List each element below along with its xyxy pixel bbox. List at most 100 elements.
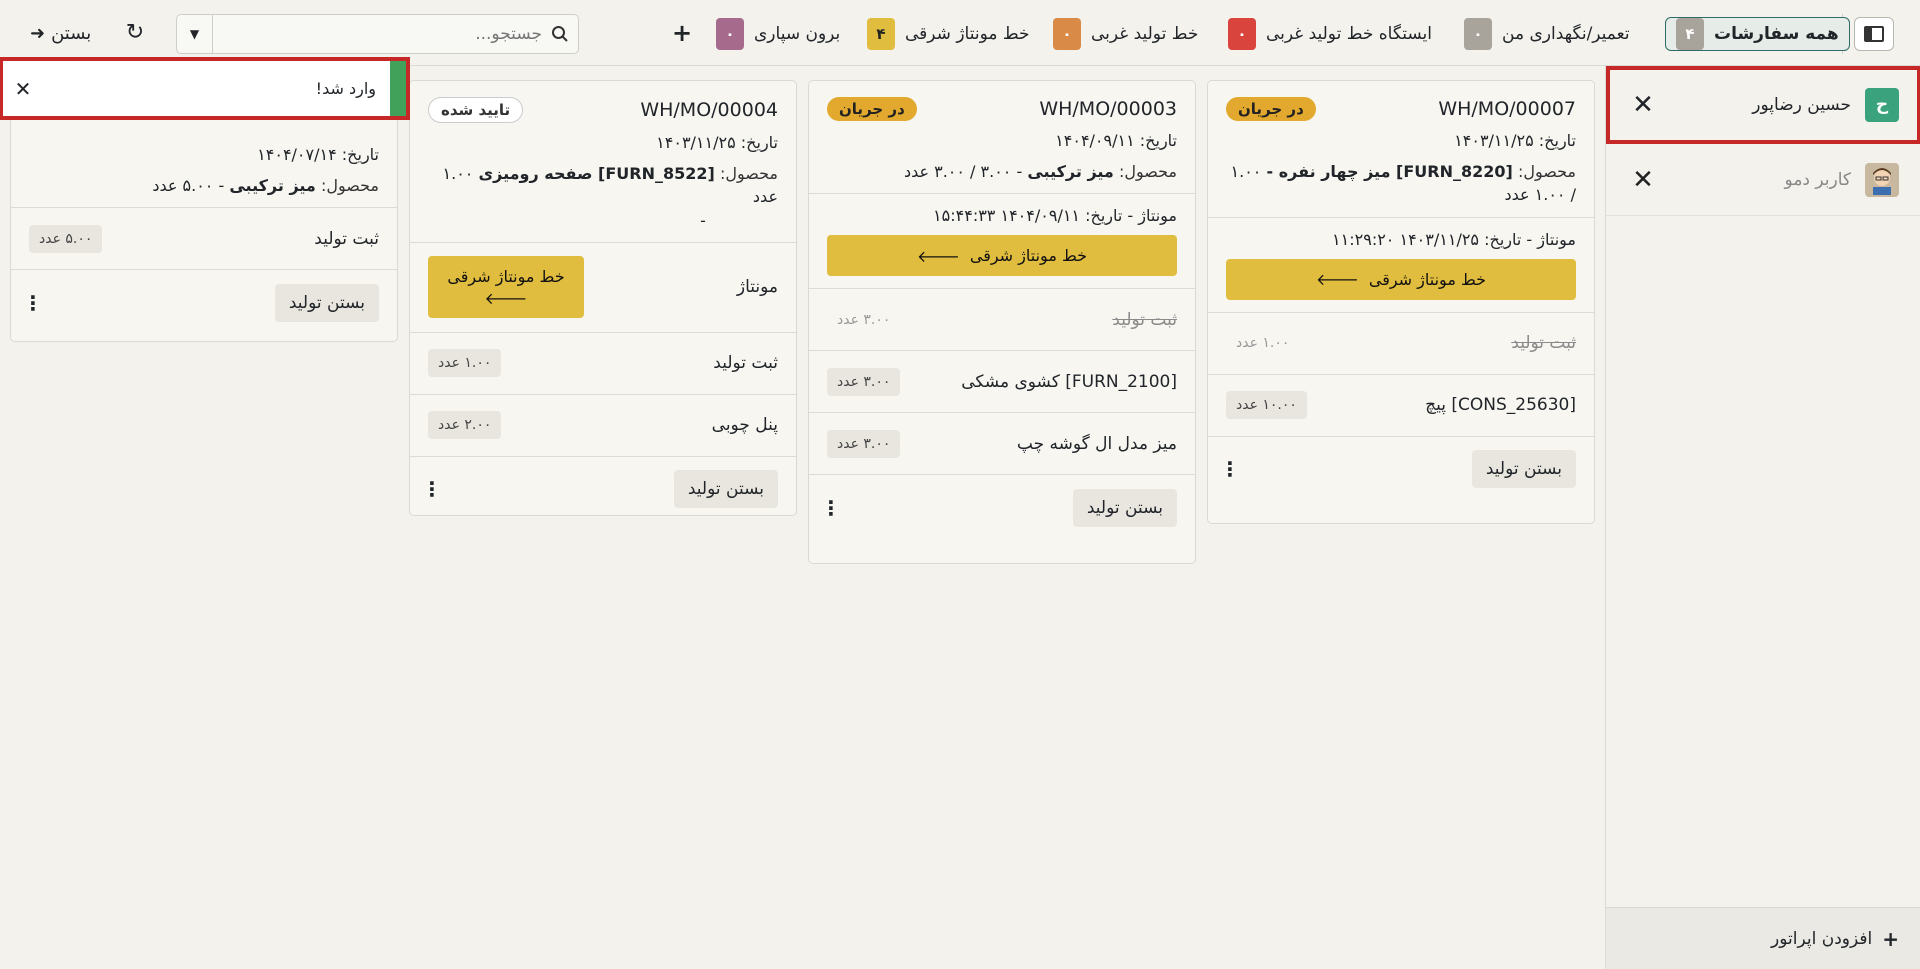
filter-count-badge: ۴ (867, 18, 895, 50)
product-quantity: - ۳.۰۰ / ۳.۰۰ عدد (903, 162, 1023, 182)
list-item[interactable]: [FURN_2100] کشوی مشکی ۳.۰۰ عدد (809, 350, 1195, 412)
product-name: [FURN_8220] میز چهار نفره - (1266, 162, 1513, 182)
list-item[interactable]: ثبت تولید ۱.۰۰ عدد (1208, 311, 1594, 374)
list-item[interactable]: ثبت تولید ۳.۰۰ عدد (809, 288, 1195, 350)
toggle-sidebar-button[interactable] (1854, 17, 1894, 51)
mo-card: WH/MO/00004 تایید شده تاریخ: ۱۴۰۳/۱۱/۲۵ … (409, 80, 797, 516)
add-operator-label: افزودن اپراتور (1771, 928, 1873, 949)
filter-label: خط مونتاژ شرقی (905, 24, 1030, 44)
search-input[interactable] (213, 24, 542, 44)
product-name: [FURN_8522] صفحه رومیزی (478, 164, 715, 184)
workcenter-label: خط مونتاژ شرقی (1368, 269, 1487, 289)
more-options-icon[interactable]: ⋮ (23, 291, 43, 315)
mo-product: محصول: میز ترکیبی - ۳.۰۰ / ۳.۰۰ عدد (827, 160, 1177, 183)
operator-name: کاربر دمو (1784, 169, 1851, 190)
workorder-section: مونتاژ - تاریخ: ۱۴۰۴/۰۹/۱۱ ۱۵:۴۴:۳۳ خط م… (809, 193, 1195, 288)
remove-operator-icon[interactable]: ✕ (1628, 165, 1658, 195)
close-production-button[interactable]: بستن تولید (673, 470, 778, 509)
list-item[interactable]: ثبت تولید ۱.۰۰ عدد (410, 331, 796, 394)
filter-subcontracting[interactable]: برون سپاری ۰ (710, 17, 846, 51)
mo-card-footer: بستن تولید ⋮ (11, 269, 397, 335)
avatar (1865, 162, 1899, 197)
filter-all-orders[interactable]: همه سفارشات ۴ (1665, 17, 1850, 51)
close-production-button[interactable]: بستن تولید (1072, 488, 1177, 527)
item-quantity: ۳.۰۰ عدد (827, 367, 901, 396)
plus-icon: + (1882, 926, 1899, 951)
add-operator-button[interactable]: + افزودن اپراتور (1606, 907, 1920, 969)
list-item[interactable]: [CONS_25630] پیچ ۱۰.۰۰ عدد (1208, 373, 1594, 436)
filter-count-badge: ۴ (1676, 18, 1704, 50)
workorder-section: مونتاژ - تاریخ: ۱۴۰۳/۱۱/۲۵ ۱۱:۲۹:۲۰ خط م… (1208, 216, 1594, 312)
filter-count-badge: ۰ (1228, 18, 1256, 50)
search-options-dropdown[interactable]: ▼ (177, 15, 213, 53)
item-quantity: ۲.۰۰ عدد (428, 411, 502, 440)
item-name: [FURN_2100] کشوی مشکی (961, 371, 1177, 392)
filter-east-assembly-line[interactable]: خط مونتاژ شرقی ۴ (861, 17, 1036, 51)
item-name: ثبت تولید (713, 353, 778, 374)
item-name: [CONS_25630] پیچ (1425, 395, 1576, 416)
mo-reference: WH/MO/00004 (640, 99, 778, 121)
item-name: ثبت تولید (1511, 333, 1576, 354)
more-options-icon[interactable]: ⋮ (821, 496, 841, 520)
mo-reference: WH/MO/00003 (1039, 98, 1177, 120)
top-bar: همه سفارشات ۴ تعمیر/نگهداری من ۰ ایستگاه… (0, 0, 1920, 66)
filter-west-line-station[interactable]: ایستگاه خط تولید غربی ۰ (1222, 17, 1438, 51)
refresh-icon: ↻ (125, 20, 145, 45)
mo-date: تاریخ: ۱۴۰۳/۱۱/۲۵ (656, 133, 778, 152)
workorder-row: مونتاژ خط مونتاژ شرقی 🡐 (410, 241, 796, 332)
filter-count-badge: ۰ (1464, 18, 1492, 50)
search-box: ▼ (176, 14, 579, 54)
operator-item[interactable]: ح حسین رضاپور ✕ (1606, 66, 1920, 144)
mo-date: تاریخ: ۱۴۰۳/۱۱/۲۵ (1454, 131, 1576, 150)
sidebar-panel-icon (1864, 26, 1884, 42)
success-indicator (390, 61, 406, 116)
add-workcenter-button[interactable]: + (668, 18, 696, 48)
product-name: میز ترکیبی (229, 176, 316, 196)
operator-sidebar: ح حسین رضاپور ✕ کاربر دمو ✕ + افزودن اپر… (1605, 66, 1920, 969)
list-item[interactable]: ثبت تولید ۵.۰۰ عدد (11, 207, 397, 269)
product-name: میز ترکیبی (1027, 162, 1114, 182)
mo-card-header[interactable]: WH/MO/00004 تایید شده تاریخ: ۱۴۰۳/۱۱/۲۵ … (410, 81, 796, 242)
sign-out-icon: ➜ (30, 22, 46, 44)
close-label: بستن (51, 22, 92, 44)
workcenter-button[interactable]: خط مونتاژ شرقی 🡐 (1226, 258, 1576, 300)
arrow-left-icon: 🡐 (1315, 270, 1359, 290)
workcenter-button[interactable]: خط مونتاژ شرقی 🡐 (827, 235, 1177, 277)
more-options-icon[interactable]: ⋮ (1220, 457, 1240, 481)
product-quantity: - ۵.۰۰ عدد (152, 176, 225, 196)
list-item[interactable]: پنل چوبی ۲.۰۰ عدد (410, 393, 796, 456)
filter-label: خط تولید غربی (1091, 24, 1199, 44)
mo-card: WH/MO/00003 در جریان تاریخ: ۱۴۰۴/۰۹/۱۱ م… (808, 80, 1196, 564)
item-quantity: ۳.۰۰ عدد (837, 311, 891, 328)
list-item[interactable]: میز مدل ال گوشه چپ ۳.۰۰ عدد (809, 412, 1195, 474)
close-production-button[interactable]: بستن تولید (274, 283, 379, 322)
item-name: ثبت تولید (314, 228, 379, 249)
product-label: محصول: (1118, 162, 1177, 182)
workorder-name: مونتاژ (736, 277, 778, 298)
mo-card-header[interactable]: WH/MO/00007 در جریان تاریخ: ۱۴۰۳/۱۱/۲۵ م… (1208, 81, 1594, 217)
close-icon[interactable]: ✕ (3, 77, 43, 101)
more-options-icon[interactable]: ⋮ (422, 477, 442, 501)
filter-label: همه سفارشات (1714, 24, 1839, 44)
item-quantity: ۳.۰۰ عدد (827, 429, 901, 458)
refresh-button[interactable]: ↻ (120, 18, 150, 48)
item-quantity: ۱.۰۰ عدد (1236, 335, 1290, 352)
operator-item[interactable]: کاربر دمو ✕ (1606, 144, 1920, 216)
filter-label: ایستگاه خط تولید غربی (1266, 24, 1432, 44)
status-badge: در جریان (1226, 97, 1316, 121)
workorder-info: مونتاژ - تاریخ: ۱۴۰۳/۱۱/۲۵ ۱۱:۲۹:۲۰ (1332, 229, 1576, 249)
notification-message: وارد شد! (315, 79, 376, 98)
mo-card-header[interactable]: WH/MO/00003 در جریان تاریخ: ۱۴۰۴/۰۹/۱۱ م… (809, 81, 1195, 193)
mo-card: WH/MO/00007 در جریان تاریخ: ۱۴۰۳/۱۱/۲۵ م… (1207, 80, 1595, 524)
mo-card-footer: بستن تولید ⋮ (809, 474, 1195, 540)
product-dash: - (700, 210, 706, 230)
item-name: ثبت تولید (1112, 309, 1177, 330)
filter-label: تعمیر/نگهداری من (1502, 24, 1630, 44)
filter-my-maintenance[interactable]: تعمیر/نگهداری من ۰ (1458, 17, 1636, 51)
filter-west-production-line[interactable]: خط تولید غربی ۰ (1047, 17, 1204, 51)
workcenter-button[interactable]: خط مونتاژ شرقی 🡐 (428, 256, 584, 319)
close-production-button[interactable]: بستن تولید (1471, 450, 1576, 489)
close-button[interactable]: بستن ➜ (30, 16, 91, 50)
remove-operator-icon[interactable]: ✕ (1628, 90, 1658, 120)
workcenter-label: خط مونتاژ شرقی (969, 246, 1088, 266)
